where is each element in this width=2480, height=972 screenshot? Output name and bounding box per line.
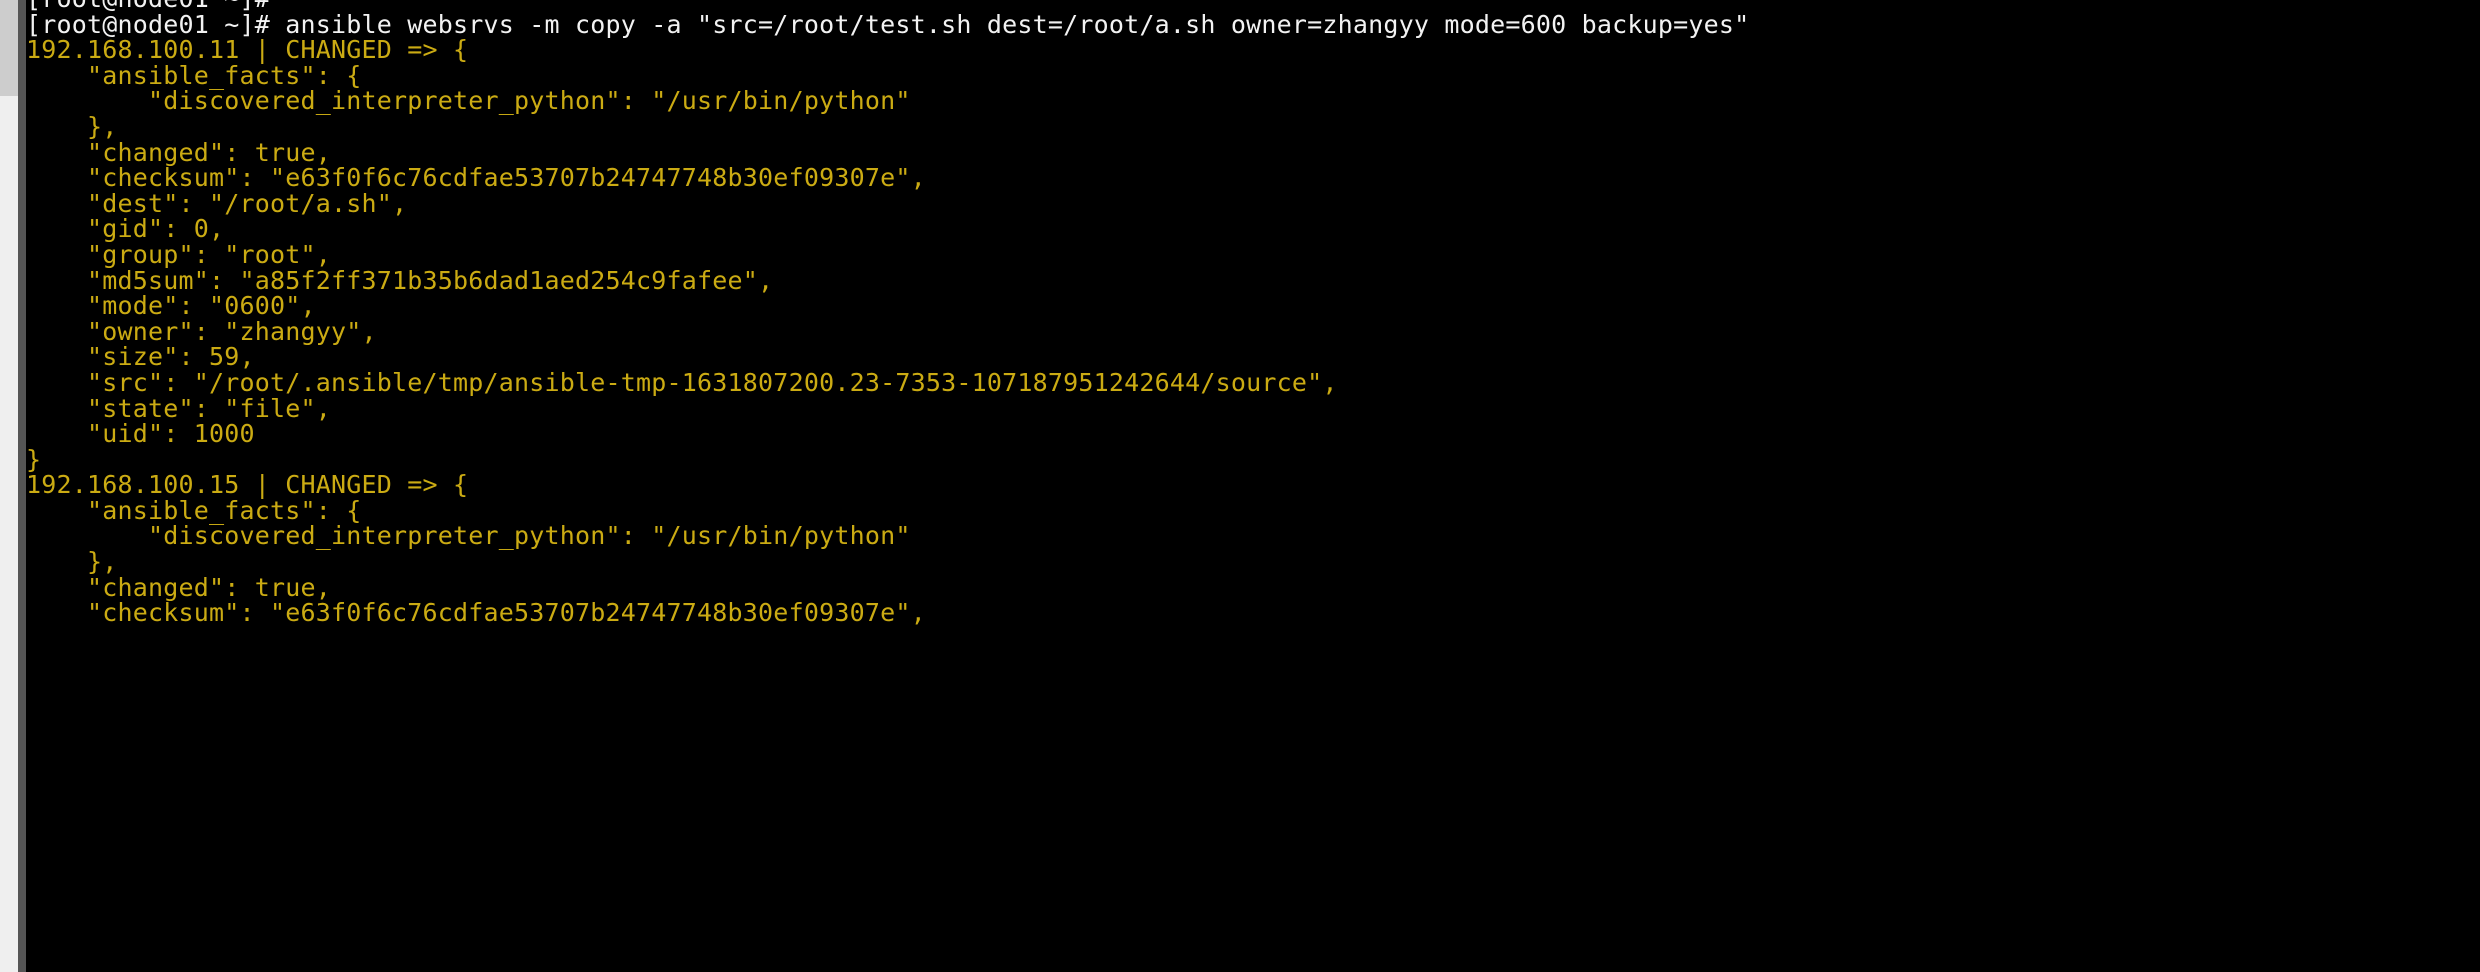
terminal-line: "owner": "zhangyy",: [26, 316, 377, 346]
terminal-line: "changed": true,: [26, 572, 332, 602]
terminal-line: "md5sum": "a85f2ff371b35b6dad1aed254c9fa…: [26, 265, 774, 295]
terminal-left-border: [18, 0, 26, 972]
terminal-line: 192.168.100.11 | CHANGED => {: [26, 35, 469, 65]
terminal-line: "src": "/root/.ansible/tmp/ansible-tmp-1…: [26, 367, 1338, 397]
terminal-line: },: [26, 547, 118, 577]
terminal-line: }: [26, 444, 42, 474]
terminal-line: "discovered_interpreter_python": "/usr/b…: [26, 86, 911, 116]
terminal-line: "state": "file",: [26, 393, 332, 423]
vertical-scrollbar[interactable]: [0, 0, 18, 972]
terminal-window: [root@node01 ~]#[root@node01 ~]# ansible…: [0, 0, 2480, 972]
terminal-line: "checksum": "e63f0f6c76cdfae53707b247477…: [26, 163, 926, 193]
terminal-line: "changed": true,: [26, 137, 332, 167]
terminal-line: "dest": "/root/a.sh",: [26, 188, 408, 218]
terminal-line: 192.168.100.15 | CHANGED => {: [26, 470, 469, 500]
terminal-line: "group": "root",: [26, 239, 332, 269]
terminal-line: "mode": "0600",: [26, 291, 316, 321]
scrollbar-thumb[interactable]: [0, 0, 18, 96]
terminal-line: [root@node01 ~]# ansible websrvs -m copy…: [26, 9, 1750, 39]
terminal-line: "ansible_facts": {: [26, 495, 362, 525]
terminal-line: "checksum": "e63f0f6c76cdfae53707b247477…: [26, 598, 926, 628]
terminal-line: "ansible_facts": {: [26, 60, 362, 90]
terminal-line: "discovered_interpreter_python": "/usr/b…: [26, 521, 911, 551]
terminal-line: "uid": 1000: [26, 419, 255, 449]
terminal-line: "gid": 0,: [26, 214, 225, 244]
terminal-line: },: [26, 111, 118, 141]
terminal-output-area[interactable]: [root@node01 ~]#[root@node01 ~]# ansible…: [26, 0, 2480, 972]
terminal-line: "size": 59,: [26, 342, 255, 372]
terminal-text-buffer: [root@node01 ~]#[root@node01 ~]# ansible…: [26, 0, 2480, 626]
